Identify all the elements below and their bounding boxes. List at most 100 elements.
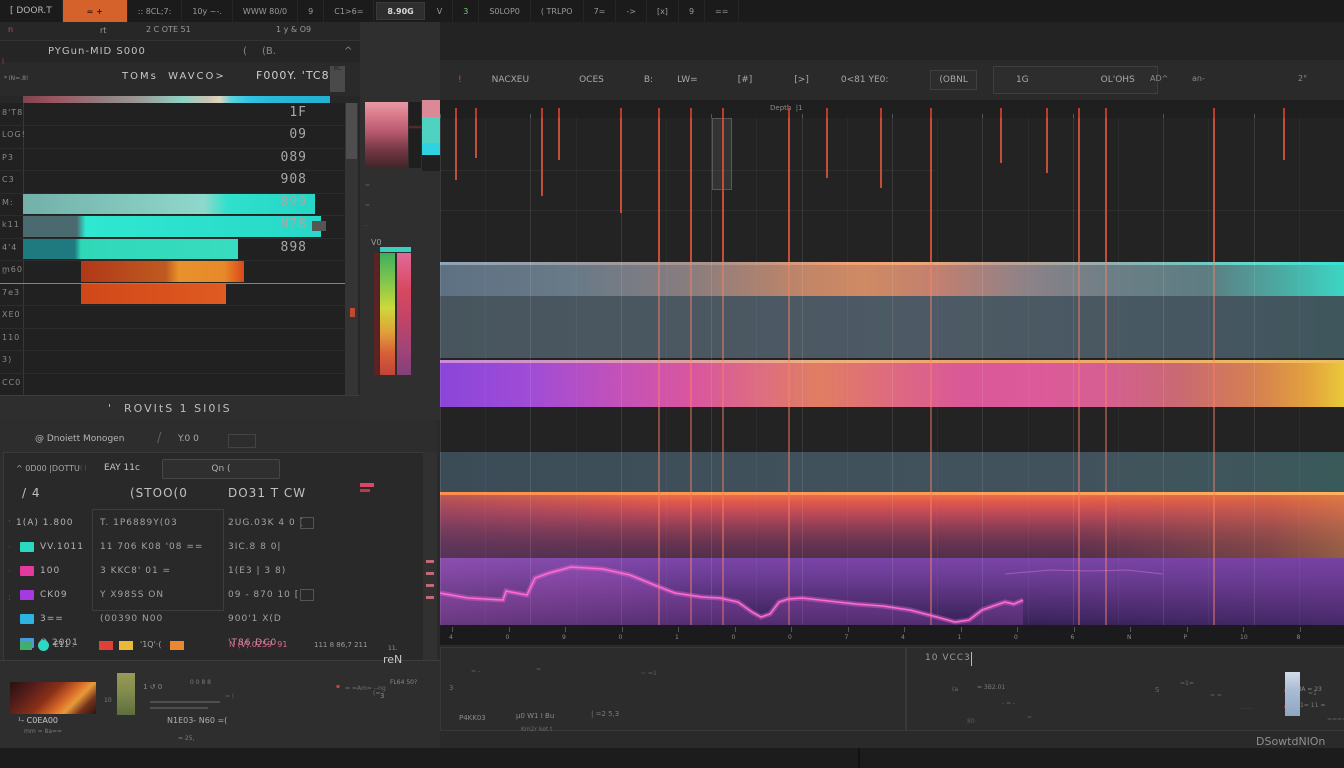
monitor-row-box [300,517,314,529]
toolbar-button-7[interactable]: 0<81 YE0: [833,71,897,89]
chart-row-6[interactable]: 4'4898 [0,238,345,261]
menu-item-3[interactable]: 10y ~-. [182,0,233,22]
chart-row-0[interactable]: 8'T81F [0,103,345,126]
chart-scroll-handle[interactable] [346,103,357,159]
ruler-depth-label: Depth |1 [770,105,803,112]
monitor-row-1[interactable]: VV.101111 706 K08 '08 ==3IC.8 8 0| [4,535,424,559]
tab-time[interactable]: Y.0 0 [178,435,199,444]
monitor-row-3[interactable]: CK09Y X98SS ON09 - 870 10 [ [4,583,424,607]
bottom-panel-left[interactable]: 3P4KK03µ0 W1 I Bu| =2 5,3Km2r ket t= -=~… [440,647,906,731]
monitor-dropdown[interactable]: Qn ( [162,459,280,479]
toolbar-button-5[interactable]: [#] [730,71,761,89]
thumb-pink-gradient[interactable] [365,102,408,168]
chevron-up-icon[interactable]: ^ [344,47,352,57]
toolbar-button-6[interactable]: [>] [786,71,817,89]
blue-meter-bar[interactable] [1285,672,1300,716]
meter-right[interactable] [397,253,411,375]
chart-row-9[interactable]: XE0 [0,305,345,328]
chart-row-10[interactable]: 110 [0,328,345,351]
chart-red-dot[interactable] [350,308,355,317]
row-label: k11 [2,220,20,229]
toolbar-button-8[interactable]: (OBNL [930,70,977,90]
toolbar-right-button-3[interactable]: 2° [1298,74,1307,83]
col-header-2[interactable]: (STOO(0 [130,487,188,499]
toolbar-button-3[interactable]: B: [636,71,661,89]
thumb-sunset[interactable] [10,682,96,714]
toolbar-button-1[interactable]: NACXEU [484,71,537,89]
monitor-row-4[interactable]: 3==(00390 N00900'1 X(D [4,607,424,631]
menu-item-12[interactable]: 7= [584,0,617,22]
thumb-teal-dark[interactable] [422,155,440,171]
mixer-tab[interactable]: PYGun-MID S000 ( (B. ^ [0,40,360,64]
horizontal-guide-1 [440,170,937,171]
meter-cap[interactable] [380,247,411,252]
monitor-toolbar-button[interactable]: EAY 11c [104,464,140,473]
menu-item-0[interactable]: [ DOOR.T [0,0,63,22]
bottom-panel-right[interactable]: 10 VCC3 (a= 3B2.01- = -=80●●NIA = 23=1= … [906,647,1344,731]
scroll-mark-0 [426,560,434,563]
toolbar-group: 1G OL'OHS [993,66,1158,94]
toolbar-button-2[interactable]: OCES [571,71,612,89]
mixer-chart[interactable]: 8'T81FLOG!09P3089C3908M:899k11N784'4898m… [0,103,345,395]
menu-item-13[interactable]: -> [616,0,647,22]
timeline-ruler[interactable]: Depth |1 [440,100,1344,119]
chart-row-11[interactable]: 3) [0,350,345,373]
collapse-icon[interactable]: ( [243,47,247,57]
timeline-canvas[interactable] [440,118,1344,625]
menu-item-15[interactable]: 9 [679,0,705,22]
meter-left[interactable] [380,253,395,375]
faint-text-bp-right-3: = [1027,714,1032,721]
ruler-marker-10 [880,108,882,118]
mixer-sub-center: TOMs WAVCO> [122,72,226,82]
thumb-olive[interactable] [117,673,135,715]
timeline-bottom-ruler[interactable]: 409010074106NP108 [440,625,1344,645]
chart-row-8[interactable]: 7e3 [0,283,345,306]
toolbar-right-button-2[interactable]: an- [1192,74,1205,83]
swatch-teal [20,542,34,552]
monitor-row-0[interactable]: 1(A) 1.800T. 1P6889Y(032UG.03K 4 0 [ [4,511,424,535]
text-cursor [971,652,972,666]
toolbar-button-10[interactable]: OL'OHS [1093,71,1143,89]
menu-item-1[interactable]: = + [63,0,128,22]
menu-item-6[interactable]: C1>6= [324,0,374,22]
chart-row-1[interactable]: LOG!09 [0,125,345,148]
chart-row-5[interactable]: k11N78 [0,215,345,238]
toolbar-button-9[interactable]: 1G [1008,71,1037,89]
chart-row-3[interactable]: C3908 [0,170,345,193]
thumb-teal-mid[interactable] [422,117,440,143]
footer-swatch-orange [170,641,184,650]
chart-row-2[interactable]: P3089 [0,148,345,171]
thumb-teal-top[interactable] [422,100,440,117]
menu-item-7[interactable]: 8.90G [376,2,424,20]
col-header-1[interactable]: / 4 [22,487,41,499]
monitor-scrollbar[interactable] [423,452,437,660]
toolbar-right-button-1[interactable]: AD^ [1150,74,1168,83]
monitor-row-2[interactable]: 1003 KKC8' 01 =1(E3 | 3 8) [4,559,424,583]
thumb-dark[interactable] [409,102,421,168]
menu-item-8[interactable]: V [427,0,453,22]
menu-item-4[interactable]: WWW 80/0 [233,0,298,22]
gridline-major [711,118,712,625]
monitor-footer-row[interactable]: E11 : '1Q'·( N (V).0259 91 111 8 86,7 21… [4,637,424,655]
mixer-scroll-box[interactable]: 8C [330,66,345,92]
menu-item-11[interactable]: ( TRLPO [531,0,584,22]
chart-row-7[interactable]: m60 [0,260,345,283]
options-icon[interactable]: (B. [262,47,276,57]
chart-row-4[interactable]: M:899 [0,193,345,216]
faint-text-bp-right-0: (a [952,686,958,693]
thumb-teal-cyan[interactable] [422,143,440,155]
menu-item-9[interactable]: 3 [453,0,479,22]
chart-row-12[interactable]: CC0 [0,373,345,395]
row-label: P3 [2,153,14,162]
menu-item-10[interactable]: S0LOP0 [479,0,531,22]
toolbar-button-4[interactable]: LW= [669,71,706,89]
tab-extra-box[interactable] [228,434,256,448]
toolbar-button-0[interactable]: ! [450,71,470,89]
meter-thin[interactable] [374,253,379,375]
col-header-3[interactable]: DO31 T CW [228,487,306,499]
menu-item-14[interactable]: [x] [647,0,679,22]
menu-item-16[interactable]: == [705,0,739,22]
menu-item-5[interactable]: 9 [298,0,324,22]
tab-monitor[interactable]: @ Dnoiett Monogen [35,435,124,444]
menu-item-2[interactable]: :: 8CL;7: [128,0,183,22]
